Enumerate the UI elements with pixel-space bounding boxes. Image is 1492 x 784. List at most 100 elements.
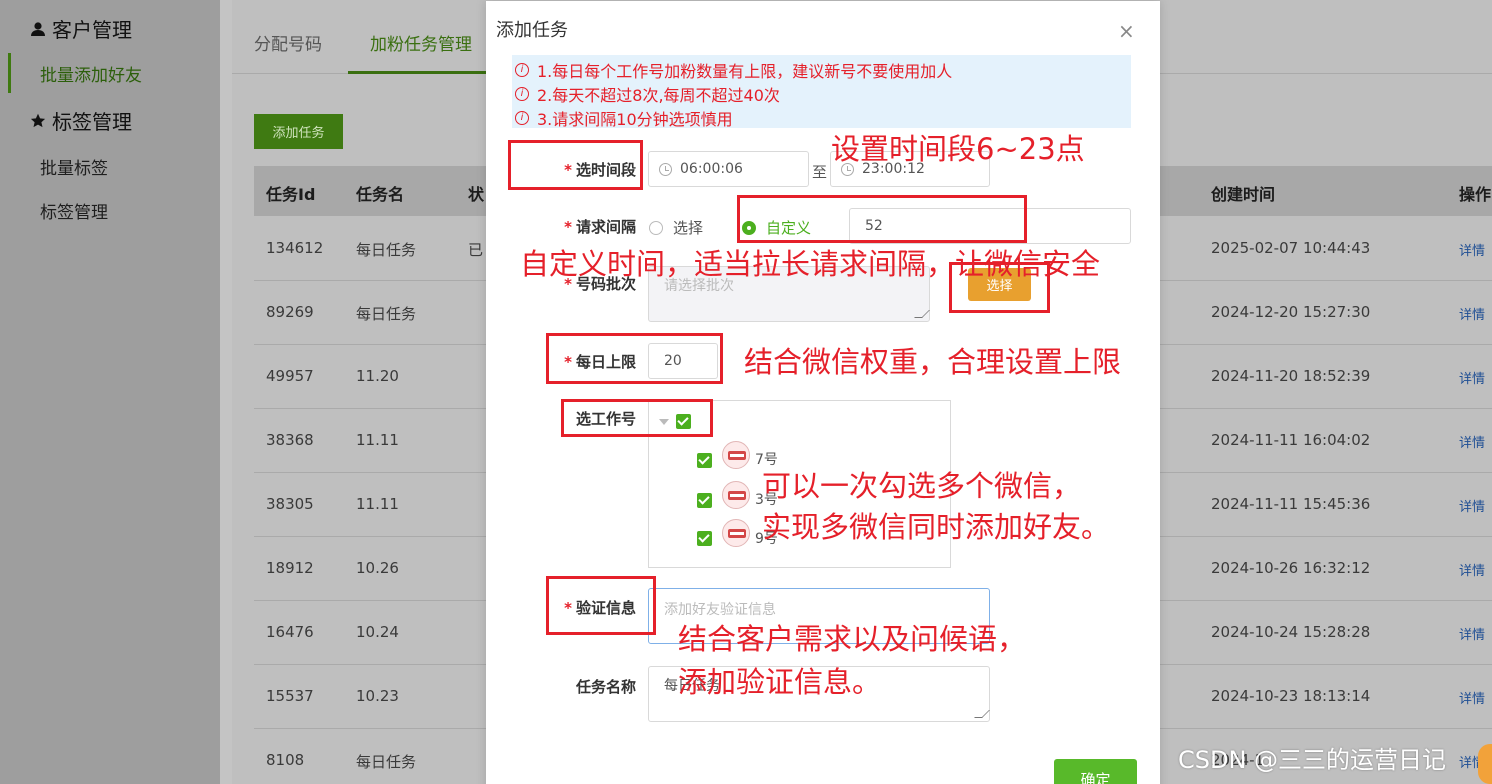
- annotation-text: 设置时间段6~23点: [831, 132, 1085, 166]
- cell-id: 89269: [266, 303, 314, 321]
- time-separator: 至: [812, 163, 828, 181]
- cell-created: 2024-12-20 15:27:30: [1211, 303, 1371, 321]
- sidebar-group-tags[interactable]: 标签管理: [30, 106, 132, 135]
- sidebar-item-batch-tags[interactable]: 批量标签: [40, 154, 108, 179]
- interval-label: * 请求间隔: [564, 218, 636, 236]
- cell-id: 18912: [266, 559, 314, 577]
- sidebar-item-label: 批量添加好友: [40, 66, 142, 86]
- cell-created: 2025-02-07 10:44:43: [1211, 239, 1371, 257]
- radio-dot: [649, 220, 663, 235]
- cell-name: 10.23: [356, 687, 399, 705]
- watermark: CSDN @三三的运营日记: [1178, 746, 1447, 774]
- annotation-text: 添加验证信息。: [678, 665, 882, 699]
- annotation-text: 可以一次勾选多个微信，: [762, 469, 1082, 503]
- account-name: 7号: [755, 452, 778, 468]
- detail-link[interactable]: 详情: [1459, 304, 1485, 323]
- info-icon: i: [515, 63, 529, 77]
- sidebar-group-label: 标签管理: [52, 110, 132, 134]
- notice-text: 2.每天不超过8次,每周不超过40次: [537, 86, 780, 105]
- confirm-button[interactable]: 确定: [1054, 759, 1137, 784]
- task-name-label: 任务名称: [575, 678, 636, 696]
- annotation-box-accounts: [561, 399, 713, 437]
- account-checkbox[interactable]: [697, 531, 712, 546]
- column-header-name: 任务名: [356, 185, 405, 204]
- cell-name: 10.26: [356, 559, 399, 577]
- sidebar-group-customer[interactable]: 客户管理: [30, 14, 132, 43]
- tab-assign-numbers[interactable]: 分配号码: [254, 30, 322, 55]
- resize-handle-icon[interactable]: [914, 310, 930, 318]
- cell-id: 38368: [266, 431, 314, 449]
- info-icon: i: [515, 87, 529, 101]
- account-checkbox[interactable]: [697, 453, 712, 468]
- annotation-box-limit: [546, 333, 723, 384]
- detail-link[interactable]: 详情: [1459, 240, 1485, 259]
- cell-status: 已: [468, 241, 484, 259]
- cell-name: 11.11: [356, 431, 399, 449]
- add-task-button[interactable]: 添加任务: [254, 114, 343, 149]
- cell-created: 2024-10-26 16:32:12: [1211, 559, 1371, 577]
- annotation-text: 自定义时间，适当拉长请求间隔，让微信安全: [520, 247, 1101, 281]
- corner-badge: [1478, 744, 1492, 784]
- clock-icon: [659, 162, 672, 176]
- cell-name: 10.24: [356, 623, 399, 641]
- account-avatar: [722, 441, 750, 469]
- radio-label: 选择: [673, 219, 704, 237]
- interval-option-select[interactable]: 选择: [649, 217, 703, 238]
- account-avatar: [722, 481, 750, 509]
- sidebar-group-label: 客户管理: [52, 18, 132, 42]
- cell-name: 每日任务: [356, 753, 417, 771]
- column-header-created: 创建时间: [1211, 185, 1276, 204]
- notice-box: i 1.每日每个工作号加粉数量有上限，建议新号不要使用加人 i 2.每天不超过8…: [512, 55, 1131, 130]
- detail-link[interactable]: 详情: [1459, 624, 1485, 643]
- sidebar-item-tag-manage[interactable]: 标签管理: [40, 198, 108, 223]
- star-icon: [30, 113, 46, 127]
- cell-created: 2024-11-11 15:45:36: [1211, 495, 1371, 513]
- notice-line: i 3.请求间隔10分钟选项慎用: [515, 106, 733, 130]
- sidebar: 客户管理 批量添加好友 标签管理 批量标签 标签管理: [0, 0, 220, 784]
- annotation-text: 结合客户需求以及问候语，: [678, 622, 1027, 656]
- dialog-title: 添加任务: [496, 20, 568, 41]
- account-checkbox[interactable]: [697, 493, 712, 508]
- cell-id: 15537: [266, 687, 314, 705]
- tab-add-fans-tasks[interactable]: 加粉任务管理: [370, 30, 472, 55]
- annotation-box-verify: [546, 576, 656, 635]
- annotation-text: 结合微信权重，合理设置上限: [744, 345, 1122, 379]
- start-time-input[interactable]: 06:00:06: [648, 151, 809, 187]
- cell-created: 2024-10-24 15:28:28: [1211, 623, 1371, 641]
- column-header-action: 操作: [1459, 185, 1492, 204]
- cell-name: 每日任务: [356, 241, 417, 259]
- cell-created: 2024-10-23 18:13:14: [1211, 687, 1371, 705]
- active-tab-indicator: [348, 71, 488, 74]
- cell-created: 2024-11-11 16:04:02: [1211, 431, 1371, 449]
- detail-link[interactable]: 详情: [1459, 432, 1485, 451]
- annotation-box-time: [508, 140, 643, 190]
- notice-line: i 1.每日每个工作号加粉数量有上限，建议新号不要使用加人: [515, 58, 952, 82]
- cell-id: 38305: [266, 495, 314, 513]
- cell-id: 134612: [266, 239, 324, 257]
- annotation-box-interval: [737, 195, 1027, 243]
- resize-handle-icon[interactable]: [974, 710, 990, 718]
- detail-link[interactable]: 详情: [1459, 560, 1485, 579]
- cell-id: 49957: [266, 367, 314, 385]
- close-icon[interactable]: ×: [1118, 21, 1135, 41]
- cell-id: 16476: [266, 623, 314, 641]
- account-avatar: [722, 519, 750, 547]
- sidebar-item-batch-add[interactable]: 批量添加好友: [8, 53, 220, 93]
- verify-placeholder: 添加好友验证信息: [664, 602, 776, 618]
- notice-line: i 2.每天不超过8次,每周不超过40次: [515, 82, 780, 106]
- cell-created: 2024-11-20 18:52:39: [1211, 367, 1371, 385]
- cell-name: 每日任务: [356, 305, 417, 323]
- annotation-text: 实现多微信同时添加好友。: [762, 510, 1111, 544]
- detail-link[interactable]: 详情: [1459, 496, 1485, 515]
- notice-text: 1.每日每个工作号加粉数量有上限，建议新号不要使用加人: [537, 62, 953, 81]
- cell-id: 8108: [266, 751, 305, 769]
- column-header-status: 状: [468, 185, 485, 204]
- start-time-value: 06:00:06: [680, 161, 743, 177]
- cell-name: 11.20: [356, 367, 399, 385]
- detail-link[interactable]: 详情: [1459, 368, 1485, 387]
- detail-link[interactable]: 详情: [1459, 688, 1485, 707]
- notice-text: 3.请求间隔10分钟选项慎用: [537, 110, 733, 129]
- cell-name: 11.11: [356, 495, 399, 513]
- info-icon: i: [515, 111, 529, 125]
- user-icon: [31, 21, 45, 36]
